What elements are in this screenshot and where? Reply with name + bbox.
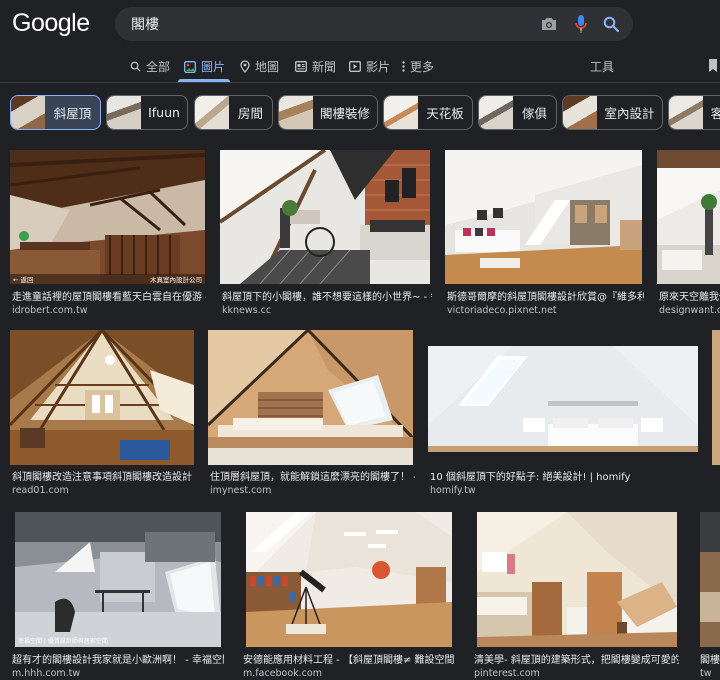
tab-label: 影片 (366, 60, 391, 74)
result-title[interactable]: 安德能應用材料工程 - 【斜屋頂閣樓≠ 難設空間】... (243, 654, 455, 667)
result-source[interactable]: kknews.cc (222, 305, 432, 317)
chip-sloped-roof[interactable]: 斜屋頂 (10, 95, 101, 130)
chip-ceiling[interactable]: 天花板 (383, 95, 473, 130)
chip-label: Ifuun (148, 105, 180, 120)
result-title[interactable]: 超有才的閣樓設計我家就是小歐洲啊！ - 幸福空間 (12, 654, 224, 667)
chip-thumbnail (479, 96, 513, 129)
tab-label: 工具 (590, 60, 615, 74)
result-source[interactable]: homify.tw (430, 485, 700, 497)
chip-label: 房間 (237, 106, 263, 121)
image-overlay-text: ← 返回 (13, 276, 34, 284)
result-image[interactable]: ← 返回 木真室內設計公司 (10, 150, 205, 284)
chip-thumbnail (669, 96, 703, 129)
result-image[interactable] (657, 150, 720, 284)
result-source[interactable]: imynest.com (210, 485, 415, 497)
header-divider (0, 82, 720, 83)
result-title[interactable]: 清美學- 斜屋頂的建築形式，把閣樓變成可愛的小... (474, 654, 679, 667)
tab-maps[interactable]: 地圖 (240, 58, 279, 75)
chip-thumbnail (279, 96, 313, 129)
news-icon (295, 61, 307, 72)
chip-room[interactable]: 房間 (194, 95, 273, 130)
image-watermark: 木真室內設計公司 (150, 276, 202, 284)
chip-thumbnail (563, 96, 597, 129)
result-image[interactable] (220, 150, 430, 284)
search-icon[interactable] (601, 14, 621, 34)
tab-images[interactable]: 圖片 (184, 58, 225, 75)
chip-label: 天花板 (426, 106, 464, 121)
tab-label: 更多 (410, 60, 435, 74)
result-image[interactable] (428, 346, 698, 452)
more-icon (402, 61, 405, 72)
tab-label: 全部 (146, 60, 171, 74)
header: Google (0, 0, 720, 48)
result-title[interactable]: 住頂層斜屋頂，就能解鎖這麼漂亮的閣樓了！ - ... (210, 471, 415, 484)
result-image[interactable]: 幸福空間 | 優質設計師與居家空間 (15, 512, 221, 647)
result-title[interactable]: 閣樓 (700, 654, 720, 667)
chip-interior-design[interactable]: 室內設計 (562, 95, 663, 130)
chip-label: 傢俱 (521, 106, 547, 121)
chip-thumbnail (11, 96, 45, 129)
bookmark-icon[interactable] (708, 59, 718, 72)
chip-label: 斜屋頂 (53, 106, 92, 121)
chip-label: 客 (703, 103, 720, 122)
chip-thumbnail (195, 96, 229, 129)
result-image[interactable] (712, 330, 720, 465)
image-icon (184, 60, 196, 73)
result-source[interactable]: pinterest.com (474, 668, 679, 680)
chip-thumbnail (107, 96, 141, 129)
result-title[interactable]: 斜頂閣樓改造注意事項斜頂閣樓改造設計 ... (12, 471, 196, 484)
microphone-icon[interactable] (571, 14, 591, 34)
result-image[interactable] (445, 150, 642, 284)
chip-attic-renovation[interactable]: 閣樓裝修 (278, 95, 378, 130)
result-source[interactable]: idrobert.com.tw (12, 305, 206, 317)
tab-label: 圖片 (201, 60, 226, 74)
search-icon (130, 61, 141, 72)
tab-label: 地圖 (255, 60, 280, 74)
result-title[interactable]: 走進童話裡的屋頂閣樓看藍天白雲自在優游 - ... (12, 291, 206, 304)
play-icon (349, 61, 361, 72)
camera-icon[interactable] (539, 14, 559, 34)
result-title[interactable]: 斜屋頂下的小閣樓，誰不想要這樣的小世界~ - 每... (222, 291, 432, 304)
chip-guest[interactable]: 客 (668, 95, 720, 130)
result-source[interactable]: read01.com (12, 485, 196, 497)
map-pin-icon (240, 60, 250, 73)
result-source[interactable]: m.facebook.com (243, 668, 455, 680)
result-image[interactable] (477, 512, 677, 647)
chip-label: 室內設計 (604, 106, 655, 121)
result-title[interactable]: 原來天空離我們 (659, 291, 720, 304)
tab-videos[interactable]: 影片 (349, 58, 390, 75)
tab-all[interactable]: 全部 (130, 58, 170, 75)
result-image[interactable] (10, 330, 194, 465)
image-watermark: 幸福空間 | 優質設計師與居家空間 (18, 638, 108, 645)
chip-furniture[interactable]: 傢俱 (478, 95, 557, 130)
chip-thumbnail (384, 96, 418, 129)
result-source[interactable]: victoriadeco.pixnet.net (447, 305, 644, 317)
result-image[interactable] (246, 512, 452, 647)
search-box[interactable] (115, 7, 633, 41)
tab-more[interactable]: 更多 (402, 58, 434, 75)
result-title[interactable]: 斯德哥爾摩的斜屋頂閣樓設計欣賞@『維多利... (447, 291, 644, 304)
tab-tools[interactable]: 工具 (590, 58, 614, 75)
result-image[interactable] (700, 512, 720, 647)
result-title[interactable]: 10 個斜屋頂下的好點子: 絕美設計! | homify (430, 471, 700, 484)
result-source[interactable]: m.hhh.com.tw (12, 668, 224, 680)
result-image[interactable] (208, 330, 413, 465)
google-logo[interactable]: Google (12, 9, 90, 38)
chip-ifuun[interactable]: Ifuun (106, 95, 188, 130)
search-input[interactable] (131, 7, 521, 41)
search-tabs: 全部 圖片 地圖 新聞 影片 更多 工具 (0, 50, 720, 82)
result-source[interactable]: tw (700, 668, 720, 680)
tab-news[interactable]: 新聞 (295, 58, 336, 75)
chip-label: 閣樓裝修 (319, 106, 370, 121)
related-chips: 斜屋頂 Ifuun 房間 閣樓裝修 天花板 傢俱 室內設計 客 (0, 95, 720, 132)
tab-label: 新聞 (312, 60, 337, 74)
result-source[interactable]: designwant.co (659, 305, 720, 317)
